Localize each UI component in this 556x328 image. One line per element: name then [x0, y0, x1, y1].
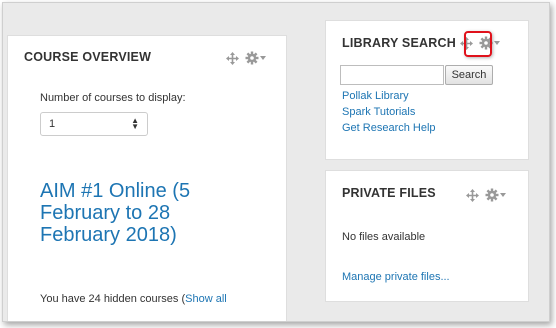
course-overview-block: COURSE OVERVIEW Number of courses to dis… — [7, 35, 287, 321]
move-icon[interactable] — [226, 51, 239, 65]
gear-icon[interactable] — [485, 188, 499, 202]
link-pollak-library[interactable]: Pollak Library — [342, 88, 436, 104]
gear-menu[interactable] — [485, 188, 506, 202]
chevron-down-icon — [500, 193, 506, 197]
chevron-down-icon — [260, 56, 266, 60]
course-overview-controls — [226, 51, 266, 65]
library-search-title: LIBRARY SEARCH — [342, 36, 456, 50]
link-get-research-help[interactable]: Get Research Help — [342, 120, 436, 136]
course-overview-title: COURSE OVERVIEW — [24, 50, 152, 64]
num-courses-label: Number of courses to display: — [40, 92, 186, 104]
library-links: Pollak Library Spark Tutorials Get Resea… — [342, 88, 436, 136]
chevron-down-icon — [494, 41, 500, 45]
manage-private-files-link[interactable]: Manage private files... — [342, 271, 450, 283]
private-files-controls — [466, 188, 506, 202]
private-files-title: PRIVATE FILES — [342, 186, 436, 200]
search-button[interactable]: Search — [445, 65, 493, 85]
num-courses-select[interactable]: 1 ▲ ▼ — [40, 112, 148, 136]
hidden-courses-note: You have 24 hidden courses (Show all — [40, 293, 227, 305]
gear-icon[interactable] — [245, 51, 259, 65]
no-files-text: No files available — [342, 231, 426, 243]
hidden-courses-text: You have 24 hidden courses ( — [40, 293, 186, 305]
highlight-box — [464, 31, 492, 57]
move-icon[interactable] — [466, 188, 479, 202]
gear-menu[interactable] — [245, 51, 266, 65]
course-link[interactable]: AIM #1 Online (5 February to 28 February… — [40, 180, 240, 246]
link-spark-tutorials[interactable]: Spark Tutorials — [342, 104, 436, 120]
library-search-block: LIBRARY SEARCH Search Pollak Library Spa… — [325, 20, 529, 160]
show-all-link[interactable]: Show all — [185, 293, 227, 305]
num-courses-value: 1 — [49, 118, 56, 130]
library-search-input[interactable] — [340, 65, 444, 85]
private-files-block: PRIVATE FILES No files available Manage … — [325, 170, 529, 302]
select-arrows-icon: ▲ ▼ — [131, 116, 139, 131]
screenshot-frame: COURSE OVERVIEW Number of courses to dis… — [2, 2, 550, 322]
